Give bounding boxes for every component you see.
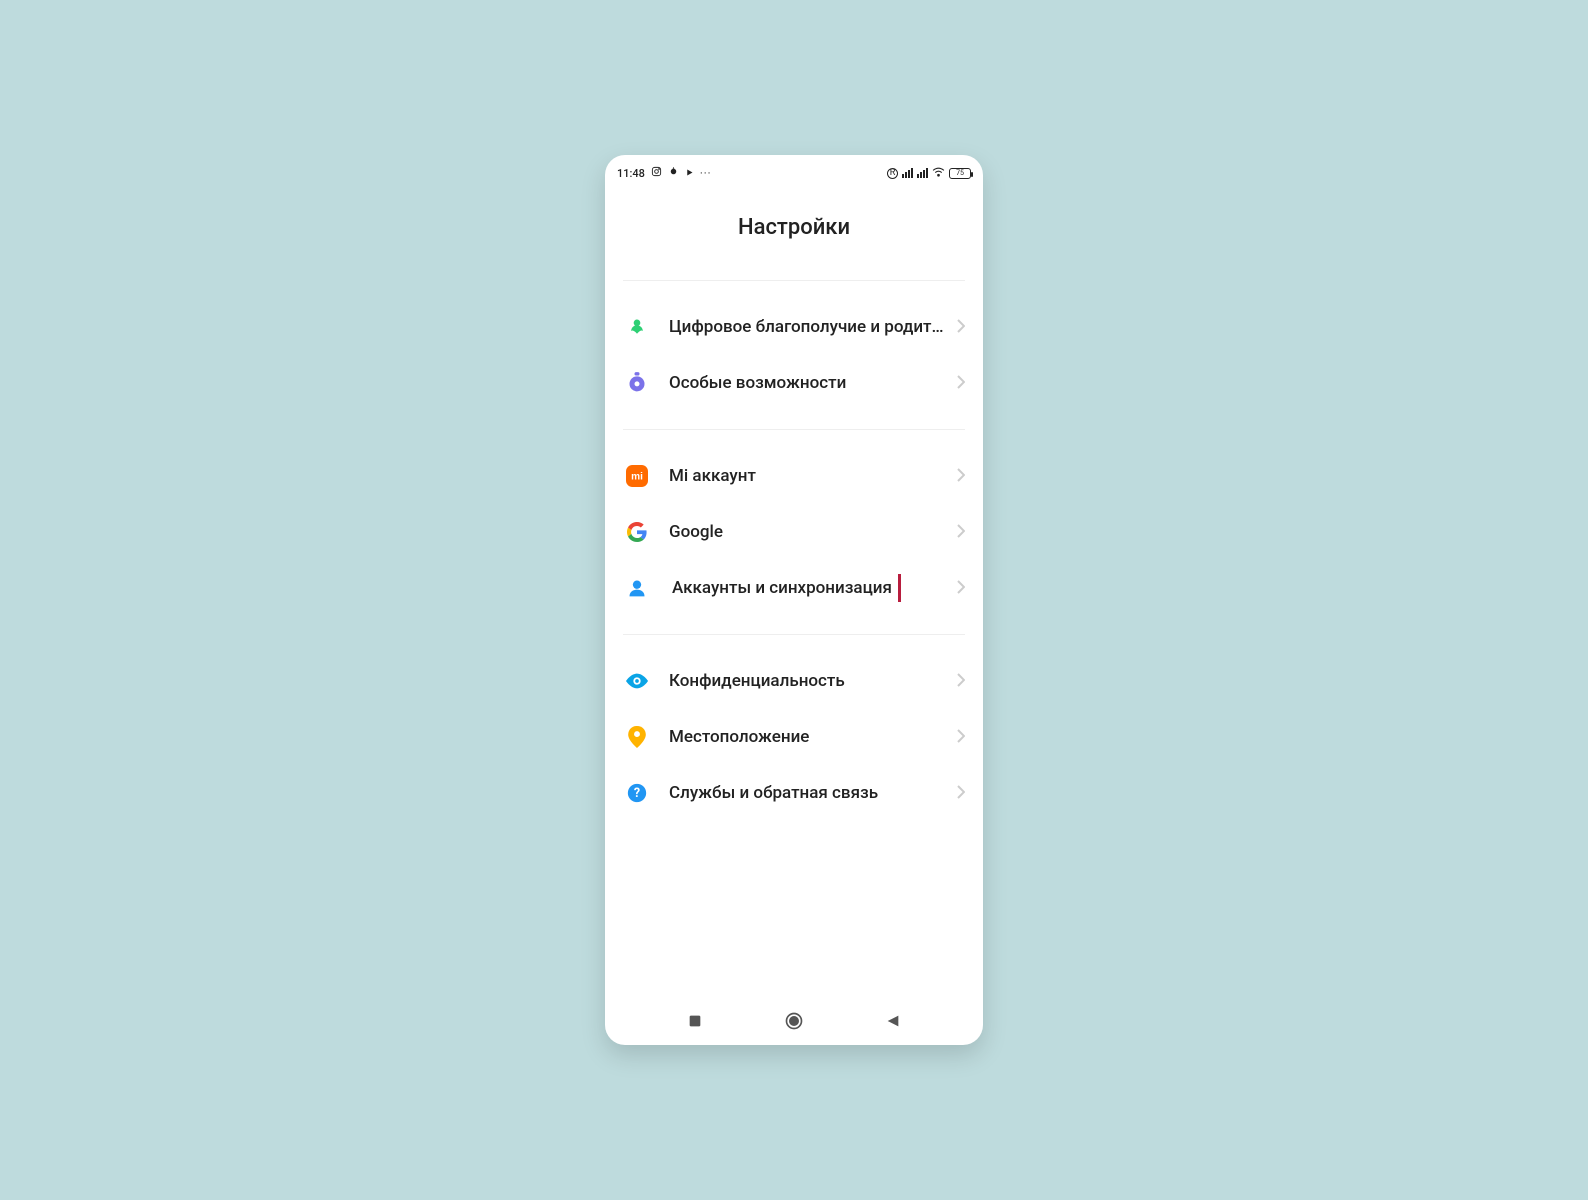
page-title: Настройки (605, 215, 983, 240)
row-label: Аккаунты и синхронизация (669, 574, 949, 602)
chevron-right-icon (957, 579, 965, 598)
svg-text:?: ? (634, 786, 640, 801)
row-accessibility[interactable]: Особые возможности (623, 355, 965, 411)
status-bar: 11:48 ··· R 75 (605, 161, 983, 185)
wellbeing-icon (623, 313, 651, 341)
accessibility-icon (623, 369, 651, 397)
chevron-right-icon (957, 672, 965, 691)
chevron-right-icon (957, 318, 965, 337)
row-google[interactable]: Google (623, 504, 965, 560)
chevron-right-icon (957, 523, 965, 542)
settings-group: Конфиденциальность Местоположение ? Служ… (623, 653, 965, 821)
divider (623, 280, 965, 281)
row-accounts-sync[interactable]: Аккаунты и синхронизация (623, 560, 965, 616)
signal-icon-1 (902, 168, 913, 178)
status-right: R 75 (887, 167, 971, 180)
chevron-right-icon (957, 374, 965, 393)
person-icon (623, 574, 651, 602)
nav-recent-button[interactable] (685, 1011, 705, 1031)
more-icon: ··· (700, 167, 712, 180)
mi-icon: mi (623, 462, 651, 490)
google-icon (623, 518, 651, 546)
svg-text:mi: mi (631, 472, 643, 483)
battery-icon: 75 (949, 168, 971, 179)
row-label: Конфиденциальность (669, 670, 949, 692)
row-location[interactable]: Местоположение (623, 709, 965, 765)
chevron-right-icon (957, 784, 965, 803)
location-icon (623, 723, 651, 751)
row-label: Цифровое благополучие и родит… (669, 316, 949, 338)
phone-frame: 11:48 ··· R 75 Настройки (605, 155, 983, 1045)
question-icon: ? (623, 779, 651, 807)
registered-icon: R (887, 168, 898, 179)
row-mi-account[interactable]: mi Mi аккаунт (623, 448, 965, 504)
row-feedback[interactable]: ? Службы и обратная связь (623, 765, 965, 821)
nav-home-button[interactable] (784, 1011, 804, 1031)
instagram-icon (651, 166, 662, 180)
row-digital-wellbeing[interactable]: Цифровое благополучие и родит… (623, 299, 965, 355)
settings-group: mi Mi аккаунт Google Аккаунты и синхрони… (623, 448, 965, 616)
status-time: 11:48 (617, 167, 645, 180)
status-left: 11:48 ··· (617, 166, 712, 180)
row-label: Местоположение (669, 726, 949, 748)
chevron-right-icon (957, 467, 965, 486)
divider (623, 429, 965, 430)
row-label: Службы и обратная связь (669, 782, 949, 804)
nav-bar (605, 1005, 983, 1045)
row-label: Mi аккаунт (669, 465, 949, 487)
settings-group: Цифровое благополучие и родит… Особые во… (623, 299, 965, 411)
play-icon (685, 167, 694, 180)
wifi-icon (932, 167, 945, 180)
row-label: Google (669, 521, 949, 543)
signal-icon-2 (917, 168, 928, 178)
nav-back-button[interactable] (883, 1011, 903, 1031)
row-privacy[interactable]: Конфиденциальность (623, 653, 965, 709)
highlight-box: Аккаунты и синхронизация (669, 574, 901, 602)
divider (623, 634, 965, 635)
eye-icon (623, 667, 651, 695)
row-label: Особые возможности (669, 372, 949, 394)
notification-icon (668, 166, 679, 180)
chevron-right-icon (957, 728, 965, 747)
settings-list: Цифровое благополучие и родит… Особые во… (605, 280, 983, 1005)
